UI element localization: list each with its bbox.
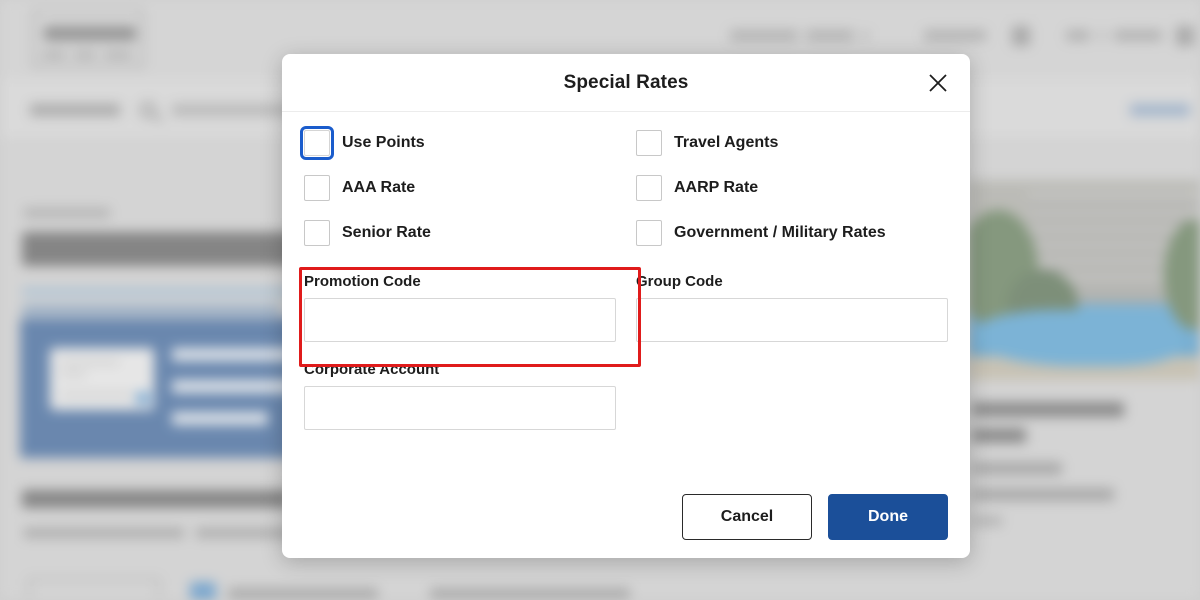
modal-title: Special Rates	[563, 72, 689, 93]
special-rates-modal: Special Rates Use Points Travel Agents A…	[282, 54, 970, 558]
checkbox-row-aarp-rate[interactable]: AARP Rate	[636, 175, 948, 201]
checkbox-label-aaa-rate: AAA Rate	[342, 179, 416, 196]
promotion-code-group: Promotion Code	[299, 267, 641, 367]
checkbox-aarp-rate[interactable]	[636, 175, 662, 201]
promotion-code-input[interactable]	[304, 298, 616, 342]
checkbox-label-travel-agents: Travel Agents	[674, 134, 779, 151]
cancel-button[interactable]: Cancel	[682, 494, 812, 540]
checkbox-government-military[interactable]	[636, 220, 662, 246]
group-code-input[interactable]	[636, 298, 948, 342]
group-code-group: Group Code	[636, 273, 948, 342]
checkbox-senior-rate[interactable]	[304, 220, 330, 246]
special-rates-fields: Promotion Code Group Code Corporate Acco…	[299, 267, 948, 430]
modal-footer: Cancel Done	[682, 494, 948, 540]
checkbox-row-travel-agents[interactable]: Travel Agents	[636, 130, 948, 156]
modal-header: Special Rates	[282, 54, 970, 112]
checkbox-label-government-military: Government / Military Rates	[674, 224, 886, 241]
corporate-account-group: Corporate Account	[304, 361, 636, 430]
checkbox-label-aarp-rate: AARP Rate	[674, 179, 759, 196]
checkbox-label-use-points: Use Points	[342, 134, 425, 151]
corporate-account-label: Corporate Account	[304, 361, 440, 378]
checkbox-row-government-military[interactable]: Government / Military Rates	[636, 220, 948, 246]
close-icon	[927, 72, 949, 94]
fields-spacer	[636, 342, 948, 430]
checkbox-row-aaa-rate[interactable]: AAA Rate	[304, 175, 636, 201]
promotion-code-label: Promotion Code	[304, 273, 421, 290]
corporate-account-input[interactable]	[304, 386, 616, 430]
checkbox-row-use-points[interactable]: Use Points	[300, 126, 636, 160]
group-code-label: Group Code	[636, 273, 723, 290]
done-button[interactable]: Done	[828, 494, 948, 540]
modal-body: Use Points Travel Agents AAA Rate AARP R…	[282, 112, 970, 430]
checkbox-aaa-rate[interactable]	[304, 175, 330, 201]
checkbox-row-senior-rate[interactable]: Senior Rate	[304, 220, 636, 246]
checkbox-use-points[interactable]	[300, 126, 334, 160]
checkbox-travel-agents[interactable]	[636, 130, 662, 156]
checkbox-label-senior-rate: Senior Rate	[342, 224, 431, 241]
special-rates-checkbox-grid: Use Points Travel Agents AAA Rate AARP R…	[300, 126, 948, 246]
close-button[interactable]	[922, 67, 954, 99]
